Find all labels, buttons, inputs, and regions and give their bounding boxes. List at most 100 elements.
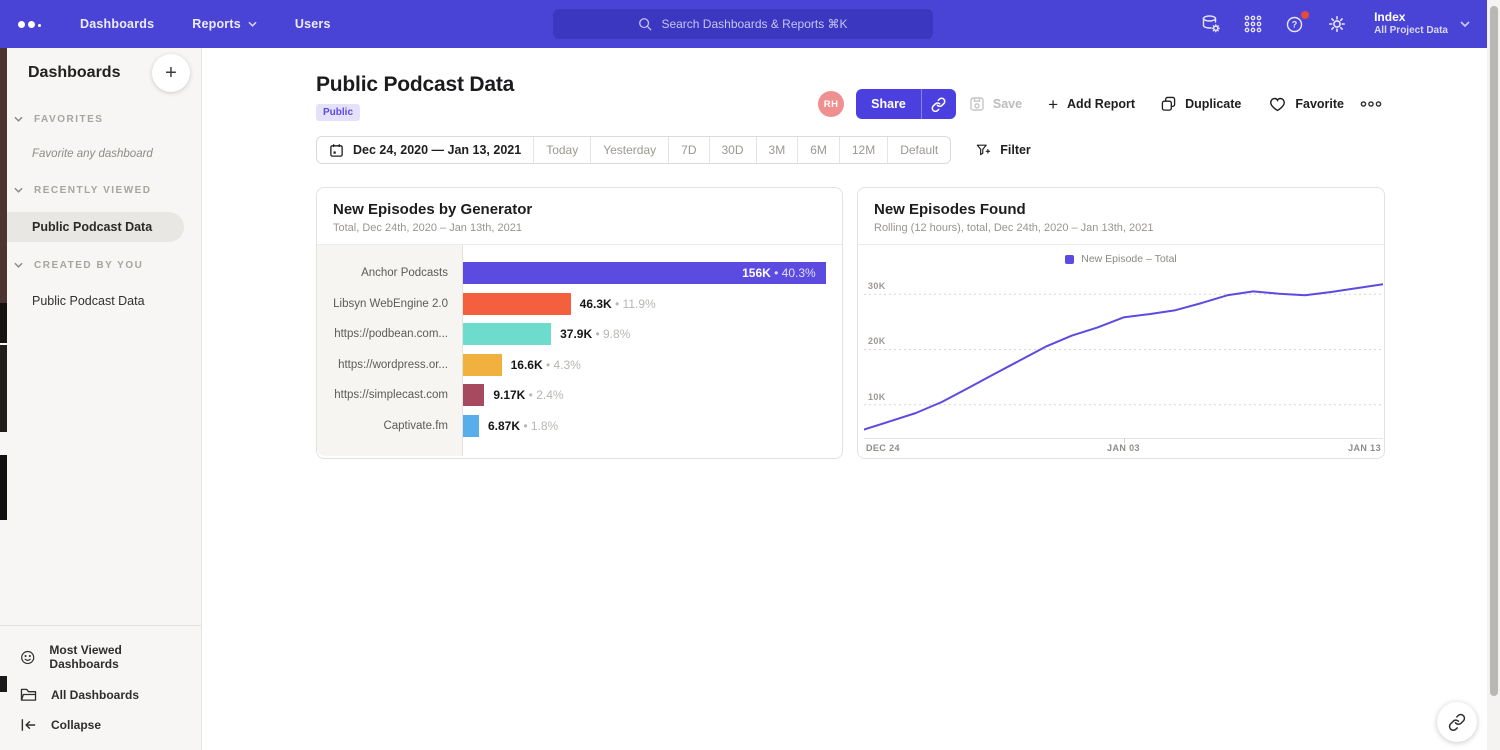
add-report-button[interactable]: + Add Report [1048,96,1135,113]
date-preset-30d[interactable]: 30D [709,137,756,163]
date-preset-default[interactable]: Default [887,137,950,163]
date-range-picker[interactable]: Dec 24, 2020 — Jan 13, 2021 [317,137,533,163]
sidebar-footer: Most Viewed Dashboards All Dashboards Co… [0,625,201,750]
sidebar-section-header[interactable]: CREATED BY YOU [0,256,201,274]
bar-row: 9.17K • 2.4% [463,380,842,411]
save-icon [969,96,985,112]
avatar[interactable]: RH [818,91,844,117]
card-subtitle: Rolling (12 hours), total, Dec 24th, 202… [874,222,1368,234]
sidebar-item[interactable]: Public Podcast Data [0,287,201,315]
footer-item-label: Collapse [51,718,101,732]
collapse-icon [20,718,37,732]
data-sources-button[interactable] [1200,13,1222,35]
bar-value-label: 9.17K • 2.4% [493,388,563,402]
copy-link-button[interactable] [921,89,956,119]
settings-button[interactable] [1326,13,1348,35]
sidebar-item[interactable]: Public Podcast Data [0,212,184,242]
duplicate-label: Duplicate [1185,97,1241,111]
bar-row: 156K • 40.3% [463,258,842,289]
project-switcher[interactable]: Index All Project Data [1374,10,1470,38]
top-navigation: Dashboards Reports Users Search Dashboar… [0,0,1500,48]
bar-chart-bars: 156K • 40.3%46.3K • 11.9%37.9K • 9.8%16.… [463,245,842,456]
sidebar-section: FAVORITES Favorite any dashboard [0,110,201,167]
folder-icon [20,687,37,702]
legend-swatch[interactable] [1065,255,1074,264]
x-axis-label: JAN 13 [1348,443,1381,453]
search-input[interactable]: Search Dashboards & Reports ⌘K [553,9,933,39]
sidebar: Dashboards + FAVORITESFavorite any dashb… [0,48,202,750]
card-header: New Episodes Found Rolling (12 hours), t… [858,188,1384,245]
page-scrollbar [1487,0,1500,750]
bar-category-label: https://simplecast.com [317,380,462,411]
share-link-fab[interactable] [1437,702,1477,742]
date-preset-today[interactable]: Today [533,137,590,163]
bar-chart: Anchor PodcastsLibsyn WebEngine 2.0https… [317,245,842,456]
logo-dot [18,21,25,28]
add-dashboard-button[interactable]: + [152,54,190,92]
most-viewed-dashboards-button[interactable]: Most Viewed Dashboards [0,635,201,679]
page-title: Public Podcast Data [316,73,514,97]
chevron-down-icon [248,21,257,27]
line-chart-plot[interactable]: 10K20K30K [864,271,1383,439]
sidebar-section-label: FAVORITES [34,114,103,125]
duplicate-button[interactable]: Duplicate [1161,96,1241,112]
help-button[interactable]: ? [1284,13,1306,35]
bar-value-label: 16.6K • 4.3% [511,358,581,372]
gear-icon [1327,14,1347,34]
date-preset-3m[interactable]: 3M [756,137,798,163]
svg-text:?: ? [1292,20,1298,30]
chart-legend: New Episode – Total [858,250,1384,268]
bar-row: 16.6K • 4.3% [463,350,842,381]
app-logo[interactable] [18,21,52,28]
bar[interactable] [463,384,484,406]
x-axis-label: JAN 03 [1107,443,1140,453]
sidebar-section-header[interactable]: FAVORITES [0,110,201,128]
line-chart-svg [864,271,1383,439]
scrollbar-thumb[interactable] [1490,6,1498,696]
bar-chart-categories: Anchor PodcastsLibsyn WebEngine 2.0https… [317,245,463,456]
chevron-down-icon [1460,21,1470,27]
all-dashboards-button[interactable]: All Dashboards [0,679,201,710]
sidebar-section-header[interactable]: RECENTLY VIEWED [0,181,201,199]
nav-reports[interactable]: Reports [192,17,257,31]
bar[interactable] [463,323,551,345]
date-preset-yesterday[interactable]: Yesterday [590,137,668,163]
save-button[interactable]: Save [969,96,1022,112]
notification-badge [1301,11,1309,19]
screen-edge-artifact [0,48,7,303]
bar-row: 37.9K • 9.8% [463,319,842,350]
apps-grid-button[interactable] [1242,13,1264,35]
collapse-sidebar-button[interactable]: Collapse [0,710,201,740]
bar[interactable] [463,354,502,376]
add-report-label: Add Report [1067,97,1135,111]
bar[interactable]: 156K • 40.3% [463,262,826,284]
date-preset-6m[interactable]: 6M [797,137,839,163]
footer-item-label: Most Viewed Dashboards [49,643,181,671]
card-subtitle: Total, Dec 24th, 2020 – Jan 13th, 2021 [333,222,826,234]
filter-button[interactable]: Filter [976,143,1031,158]
date-preset-12m[interactable]: 12M [839,137,887,163]
date-range-label: Dec 24, 2020 — Jan 13, 2021 [353,143,521,157]
bar-row: 6.87K • 1.8% [463,411,842,442]
sidebar-item[interactable]: Favorite any dashboard [0,141,201,167]
favorite-button[interactable]: Favorite [1269,97,1344,112]
logo-dot [28,21,35,28]
nav-users[interactable]: Users [295,17,331,31]
nav-dashboards[interactable]: Dashboards [80,17,154,31]
main-nav: Dashboards Reports Users [80,17,331,31]
y-axis-label: 30K [868,281,886,291]
bar[interactable] [463,293,571,315]
sidebar-section: RECENTLY VIEWED Public Podcast Data [0,181,201,242]
bar-chart-card: New Episodes by Generator Total, Dec 24t… [316,187,843,459]
line-chart-card: New Episodes Found Rolling (12 hours), t… [857,187,1385,459]
share-button[interactable]: Share [856,89,921,119]
date-preset-7d[interactable]: 7D [668,137,708,163]
x-axis-label: DEC 24 [866,443,900,453]
footer-item-label: All Dashboards [51,688,139,702]
bar[interactable] [463,415,479,437]
bar-value-label: 156K • 40.3% [742,266,826,280]
more-actions-button[interactable] [1358,96,1384,112]
legend-label[interactable]: New Episode – Total [1081,253,1177,265]
project-info: Index All Project Data [1374,10,1448,38]
filter-icon [976,143,991,158]
